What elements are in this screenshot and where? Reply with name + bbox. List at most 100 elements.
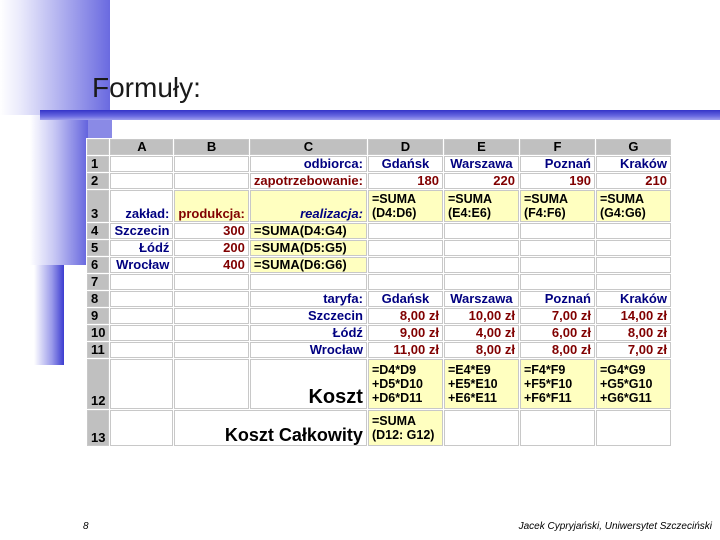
cell-c12: Koszt bbox=[249, 359, 367, 409]
cell-b5: 200 bbox=[174, 240, 249, 256]
table-row: 10 Łódź 9,00 zł 4,00 zł 6,00 zł 8,00 zł bbox=[87, 325, 671, 341]
cell-d9: 8,00 zł bbox=[367, 308, 443, 324]
cell-g7 bbox=[595, 274, 671, 290]
slide-footer: Jacek Cypryjański, Uniwersytet Szczecińs… bbox=[518, 521, 712, 532]
cell-a3: zakład: bbox=[110, 190, 174, 222]
cell-b10 bbox=[174, 325, 249, 341]
cell-a11 bbox=[110, 342, 174, 358]
row-header-10: 10 bbox=[87, 325, 110, 341]
cell-a8 bbox=[110, 291, 174, 307]
cell-g10: 8,00 zł bbox=[595, 325, 671, 341]
cell-c5: =SUMA(D5:G5) bbox=[249, 240, 367, 256]
column-header-row: A B C D E F G bbox=[87, 139, 671, 155]
cell-g12: =G4*G9 +G5*G10 +G6*G11 bbox=[595, 359, 671, 409]
table-row: 8 taryfa: Gdańsk Warszawa Poznań Kraków bbox=[87, 291, 671, 307]
cell-c2: zapotrzebowanie: bbox=[249, 173, 367, 189]
cell-b8 bbox=[174, 291, 249, 307]
table-row: 7 bbox=[87, 274, 671, 290]
cell-g3: =SUMA (G4:G6) bbox=[595, 190, 671, 222]
cell-e8: Warszawa bbox=[443, 291, 519, 307]
page-number: 8 bbox=[83, 521, 89, 532]
spreadsheet: A B C D E F G 1 odbiorca: Gdańsk Warszaw… bbox=[86, 138, 672, 447]
column-header-g: G bbox=[595, 139, 671, 155]
cell-g11: 7,00 zł bbox=[595, 342, 671, 358]
row-header-11: 11 bbox=[87, 342, 110, 358]
table-row: 9 Szczecin 8,00 zł 10,00 zł 7,00 zł 14,0… bbox=[87, 308, 671, 324]
cell-f5 bbox=[519, 240, 595, 256]
table-row: 6 Wrocław 400 =SUMA(D6:G6) bbox=[87, 257, 671, 273]
cell-d3: =SUMA (D4:D6) bbox=[367, 190, 443, 222]
column-header-a: A bbox=[110, 139, 174, 155]
cell-bc13: Koszt Całkowity bbox=[174, 410, 367, 446]
column-header-c: C bbox=[249, 139, 367, 155]
cell-e4 bbox=[443, 223, 519, 239]
cell-f3: =SUMA (F4:F6) bbox=[519, 190, 595, 222]
cell-g2: 210 bbox=[595, 173, 671, 189]
cell-a2 bbox=[110, 173, 174, 189]
cell-f8: Poznań bbox=[519, 291, 595, 307]
row-header-4: 4 bbox=[87, 223, 110, 239]
row-header-2: 2 bbox=[87, 173, 110, 189]
cell-d13: =SUMA (D12: G12) bbox=[367, 410, 443, 446]
cell-a10 bbox=[110, 325, 174, 341]
cell-a12 bbox=[110, 359, 174, 409]
cell-d5 bbox=[367, 240, 443, 256]
cell-d7 bbox=[367, 274, 443, 290]
cell-a6: Wrocław bbox=[110, 257, 174, 273]
row-header-9: 9 bbox=[87, 308, 110, 324]
table-row: 12 Koszt =D4*D9 +D5*D10 +D6*D11 =E4*E9 +… bbox=[87, 359, 671, 409]
table-row: 11 Wrocław 11,00 zł 8,00 zł 8,00 zł 7,00… bbox=[87, 342, 671, 358]
cell-g9: 14,00 zł bbox=[595, 308, 671, 324]
cell-c3: realizacja: bbox=[249, 190, 367, 222]
cell-f6 bbox=[519, 257, 595, 273]
cell-d8: Gdańsk bbox=[367, 291, 443, 307]
cell-g6 bbox=[595, 257, 671, 273]
table-row: 2 zapotrzebowanie: 180 220 190 210 bbox=[87, 173, 671, 189]
row-header-3: 3 bbox=[87, 190, 110, 222]
cell-g5 bbox=[595, 240, 671, 256]
cell-e9: 10,00 zł bbox=[443, 308, 519, 324]
cell-b2 bbox=[174, 173, 249, 189]
cell-a7 bbox=[110, 274, 174, 290]
cell-d1: Gdańsk bbox=[367, 156, 443, 172]
column-header-f: F bbox=[519, 139, 595, 155]
background-gradient-block-middle bbox=[30, 115, 90, 265]
cell-c10: Łódź bbox=[249, 325, 367, 341]
column-header-e: E bbox=[443, 139, 519, 155]
table-row: 1 odbiorca: Gdańsk Warszawa Poznań Krakó… bbox=[87, 156, 671, 172]
cell-a1 bbox=[110, 156, 174, 172]
cell-g13 bbox=[595, 410, 671, 446]
cell-e3: =SUMA (E4:E6) bbox=[443, 190, 519, 222]
table-row: 3 zakład: produkcja: realizacja: =SUMA (… bbox=[87, 190, 671, 222]
cell-f12: =F4*F9 +F5*F10 +F6*F11 bbox=[519, 359, 595, 409]
row-header-12: 12 bbox=[87, 359, 110, 409]
cell-f4 bbox=[519, 223, 595, 239]
row-header-5: 5 bbox=[87, 240, 110, 256]
cell-c1: odbiorca: bbox=[249, 156, 367, 172]
cell-b7 bbox=[174, 274, 249, 290]
title-underline-bar bbox=[40, 110, 720, 120]
cell-e1: Warszawa bbox=[443, 156, 519, 172]
cell-d12: =D4*D9 +D5*D10 +D6*D11 bbox=[367, 359, 443, 409]
cell-e7 bbox=[443, 274, 519, 290]
cell-c11: Wrocław bbox=[249, 342, 367, 358]
row-header-7: 7 bbox=[87, 274, 110, 290]
cell-b4: 300 bbox=[174, 223, 249, 239]
cell-a4: Szczecin bbox=[110, 223, 174, 239]
cell-g8: Kraków bbox=[595, 291, 671, 307]
row-header-6: 6 bbox=[87, 257, 110, 273]
cell-d2: 180 bbox=[367, 173, 443, 189]
table-row: 5 Łódź 200 =SUMA(D5:G5) bbox=[87, 240, 671, 256]
cell-b9 bbox=[174, 308, 249, 324]
cell-c7 bbox=[249, 274, 367, 290]
table-row: 13 Koszt Całkowity =SUMA (D12: G12) bbox=[87, 410, 671, 446]
cell-c6: =SUMA(D6:G6) bbox=[249, 257, 367, 273]
row-header-13: 13 bbox=[87, 410, 110, 446]
column-header-b: B bbox=[174, 139, 249, 155]
background-gradient-block-bottom bbox=[34, 265, 64, 365]
corner-cell bbox=[87, 139, 110, 155]
cell-c4: =SUMA(D4:G4) bbox=[249, 223, 367, 239]
cell-g1: Kraków bbox=[595, 156, 671, 172]
column-header-d: D bbox=[367, 139, 443, 155]
table-row: 4 Szczecin 300 =SUMA(D4:G4) bbox=[87, 223, 671, 239]
